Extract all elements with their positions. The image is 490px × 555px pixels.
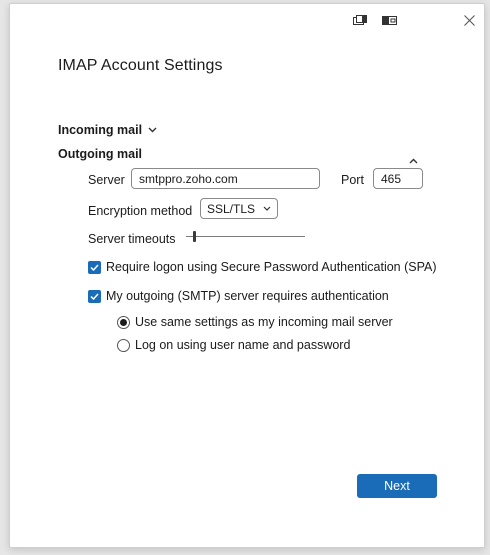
smtp-auth-checkbox-row[interactable]: My outgoing (SMTP) server requires authe… — [88, 289, 389, 303]
smtp-auth-checkbox[interactable] — [88, 289, 101, 303]
server-label: Server — [88, 173, 125, 187]
server-input[interactable] — [131, 168, 320, 189]
server-timeouts-label: Server timeouts — [88, 232, 176, 246]
encryption-label: Encryption method — [88, 204, 193, 218]
spa-checkbox[interactable] — [88, 260, 101, 274]
port-label: Port — [341, 173, 364, 187]
chevron-down-icon — [263, 206, 271, 211]
dialog-title: IMAP Account Settings — [58, 57, 223, 74]
spa-label: Require logon using Secure Password Auth… — [106, 260, 437, 274]
incoming-mail-toggle[interactable]: Incoming mail — [58, 123, 157, 137]
radio-same-settings-label: Use same settings as my incoming mail se… — [135, 315, 393, 329]
radio-button[interactable] — [117, 338, 130, 352]
radio-same-settings[interactable]: Use same settings as my incoming mail se… — [117, 315, 393, 329]
encryption-value: SSL/TLS — [207, 201, 256, 216]
radio-button-selected[interactable] — [117, 315, 130, 329]
incoming-mail-label: Incoming mail — [58, 123, 143, 137]
next-button[interactable]: Next — [357, 474, 437, 498]
radio-logon-credentials[interactable]: Log on using user name and password — [117, 338, 350, 352]
radio-logon-label: Log on using user name and password — [135, 338, 351, 352]
encryption-select[interactable]: SSL/TLS — [200, 198, 278, 219]
outgoing-mail-header: Outgoing mail — [58, 147, 142, 161]
close-icon[interactable] — [462, 13, 476, 27]
slider-thumb[interactable] — [193, 231, 197, 242]
spa-checkbox-row[interactable]: Require logon using Secure Password Auth… — [88, 260, 437, 274]
chevron-down-icon — [148, 127, 157, 133]
outgoing-mail-label: Outgoing mail — [58, 147, 143, 161]
dock-window-icon[interactable] — [382, 13, 398, 27]
smtp-auth-label: My outgoing (SMTP) server requires authe… — [106, 289, 389, 303]
chevron-up-icon[interactable] — [409, 151, 418, 169]
port-input[interactable] — [373, 168, 423, 189]
imap-settings-window: IMAP Account Settings Incoming mail Outg… — [9, 3, 485, 548]
restore-window-icon[interactable] — [353, 13, 369, 27]
server-timeouts-slider[interactable] — [186, 236, 305, 237]
